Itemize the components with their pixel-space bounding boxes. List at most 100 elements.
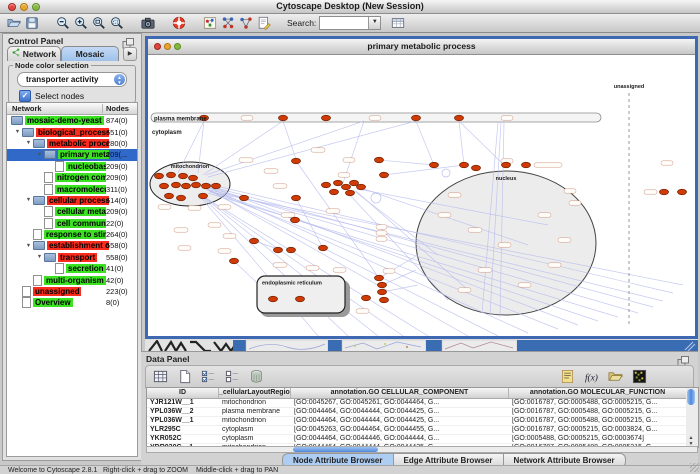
network-node[interactable]	[240, 195, 249, 201]
expander-icon[interactable]: ▼	[24, 243, 33, 249]
network-node[interactable]	[230, 258, 239, 264]
table-row[interactable]: YPL036W__1mitochondrion[GO:0044464, GO:0…	[147, 417, 687, 426]
node-color-dropdown[interactable]: transporter activity ▲▼	[17, 72, 127, 87]
network-node[interactable]	[291, 217, 300, 223]
select-nodes-checkbox[interactable]: ✓	[19, 90, 31, 102]
zoom-in-icon[interactable]	[72, 15, 90, 31]
resize-grip[interactable]	[690, 463, 699, 472]
table-row[interactable]: YJR121W__1mitochondrion[GO:0045267, GO:0…	[147, 399, 687, 408]
open-file-icon[interactable]	[5, 15, 23, 31]
tree-row[interactable]: nitrogen compo209(0)	[7, 172, 137, 183]
attribute-browser-icon[interactable]	[389, 15, 407, 31]
layout-graph-icon[interactable]	[219, 15, 237, 31]
table-column-header[interactable]: ID	[147, 388, 219, 398]
tree-row[interactable]: ▼biological_process651(0)	[7, 126, 137, 137]
select-attributes-icon[interactable]	[197, 368, 219, 386]
scrollbar-thumb[interactable]	[687, 389, 695, 405]
network-node[interactable]	[502, 162, 511, 168]
network-node[interactable]	[172, 182, 181, 188]
tab-overflow-button[interactable]: ▶	[123, 47, 137, 61]
background-windows-strip[interactable]	[145, 339, 698, 351]
tree-row[interactable]: Overview8(0)	[7, 297, 137, 308]
network-node[interactable]	[292, 158, 301, 164]
attribute-matrix-icon[interactable]	[628, 368, 650, 386]
network-node[interactable]	[460, 162, 469, 168]
search-input[interactable]	[321, 17, 365, 27]
tree-row[interactable]: macromolecule311(0)	[7, 183, 137, 194]
tree-row[interactable]: multi-organism pro42(0)	[7, 274, 137, 285]
network-node[interactable]	[378, 289, 387, 295]
search-dropdown-arrow-icon[interactable]: ▼	[368, 17, 380, 29]
network-node[interactable]	[322, 182, 331, 188]
snapshot-icon[interactable]	[139, 15, 157, 31]
vizmapper-icon[interactable]	[201, 15, 219, 31]
create-attribute-icon[interactable]	[173, 368, 195, 386]
tab-mosaic[interactable]: Mosaic	[61, 46, 119, 61]
network-node[interactable]	[212, 183, 221, 189]
expander-icon[interactable]: ▼	[13, 129, 22, 135]
annotation-icon[interactable]	[255, 15, 273, 31]
network-node[interactable]	[678, 189, 687, 195]
network-node[interactable]	[455, 115, 464, 121]
network-node[interactable]	[274, 247, 283, 253]
table-column-header[interactable]: annotation.GO MOLECULAR_FUNCTION	[509, 388, 687, 398]
attribute-list-icon[interactable]	[556, 368, 578, 386]
table-column-header[interactable]: _cellularLayoutRegion	[219, 388, 291, 398]
expander-icon[interactable]: ▼	[35, 152, 44, 158]
tree-row[interactable]: ▼primary metabo209(...	[7, 149, 137, 160]
tree-row[interactable]: ▼metabolic process280(0)	[7, 138, 137, 149]
table-vertical-scrollbar[interactable]: ▲▼	[686, 387, 699, 448]
tree-row[interactable]: secretion41(0)	[7, 263, 137, 274]
network-node[interactable]	[322, 115, 331, 121]
data-panel-float-icon[interactable]	[677, 354, 690, 365]
network-node[interactable]	[279, 115, 288, 121]
tree-row[interactable]: cell communicat22(0)	[7, 218, 137, 229]
network-node[interactable]	[330, 189, 339, 195]
network-node[interactable]	[292, 195, 301, 201]
tree-row[interactable]: cellular metabo209(0)	[7, 206, 137, 217]
network-node[interactable]	[375, 275, 384, 281]
network-node[interactable]	[199, 193, 208, 199]
network-node[interactable]	[155, 173, 164, 179]
expander-icon[interactable]: ▼	[24, 140, 33, 146]
tree-row[interactable]: response to stimulu264(0)	[7, 229, 137, 240]
table-row[interactable]: YLR295Ccytoplasm[GO:0045263, GO:0044464,…	[147, 426, 687, 435]
network-node[interactable]	[346, 190, 355, 196]
function-builder-icon[interactable]: f(x)	[580, 368, 602, 386]
network-node[interactable]	[160, 183, 169, 189]
network-node[interactable]	[357, 184, 366, 190]
delete-attribute-icon[interactable]	[245, 368, 267, 386]
network-node[interactable]	[660, 189, 669, 195]
search-combobox[interactable]: ▼	[319, 16, 381, 30]
network-node[interactable]	[319, 245, 328, 251]
zoom-selected-icon[interactable]	[90, 15, 108, 31]
network-node[interactable]	[375, 157, 384, 163]
table-horizontal-scrollbar[interactable]	[146, 446, 698, 453]
network-node[interactable]	[250, 238, 259, 244]
expander-icon[interactable]: ▼	[24, 197, 33, 203]
network-node[interactable]	[189, 175, 198, 181]
tab-network[interactable]: Network	[7, 46, 61, 61]
attribute-table[interactable]: ID_cellularLayoutRegionannotation.GO CEL…	[146, 387, 688, 448]
network-node[interactable]	[167, 172, 176, 178]
hscrollbar-thumb[interactable]	[293, 447, 378, 452]
network-node[interactable]	[296, 296, 305, 302]
network-canvas[interactable]: plasma membranecytoplasmmitochondrionnuc…	[148, 55, 695, 336]
table-row[interactable]: YKR052Ccytoplasm[GO:0044464, GO:0044446,…	[147, 435, 687, 444]
tree-row[interactable]: ▼establishment of lo558(0)	[7, 240, 137, 251]
tree-row[interactable]: unassigned223(0)	[7, 286, 137, 297]
table-row[interactable]: YPL036W__2plasma membrane[GO:0044464, GO…	[147, 408, 687, 417]
network-node[interactable]	[378, 282, 387, 288]
network-node[interactable]	[177, 195, 186, 201]
network-node[interactable]	[362, 295, 371, 301]
network-node[interactable]	[182, 183, 191, 189]
tree-row[interactable]: ▼cellular process614(0)	[7, 195, 137, 206]
network-node[interactable]	[334, 180, 343, 186]
network-node[interactable]	[430, 162, 439, 168]
network-node[interactable]	[269, 296, 278, 302]
network-node[interactable]	[202, 183, 211, 189]
network-node[interactable]	[342, 184, 351, 190]
network-node[interactable]	[522, 162, 531, 168]
expander-icon[interactable]: ▼	[35, 254, 44, 260]
network-node[interactable]	[287, 247, 296, 253]
